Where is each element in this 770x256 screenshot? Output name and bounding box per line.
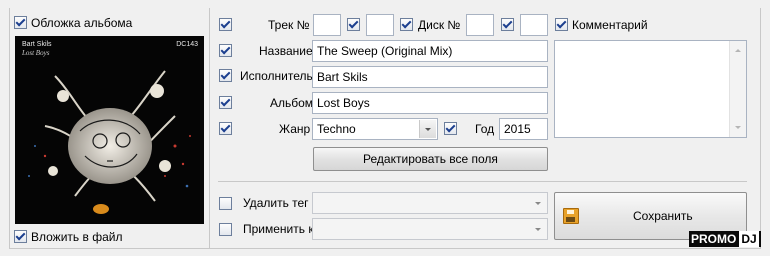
album-label: Альбом [270, 96, 314, 110]
artist-label: Исполнитель [240, 69, 313, 83]
cover-album-text: Lost Boys [22, 49, 50, 57]
genre-dropdown-button[interactable] [419, 120, 436, 138]
delete-tag-checkbox[interactable] [219, 197, 232, 210]
album-checkbox[interactable] [219, 96, 232, 109]
title-checkbox[interactable] [219, 44, 232, 57]
scroll-up-arrow-icon[interactable] [735, 49, 741, 52]
watermark-promo-text: PROMO [691, 232, 737, 246]
cover-catalog-text: DC143 [176, 41, 198, 48]
comment-scrollbar[interactable] [729, 41, 746, 137]
disc-number-input[interactable] [466, 14, 494, 36]
delete-tag-select[interactable] [312, 192, 548, 214]
disc-label: Диск № [418, 18, 461, 32]
bottom-border [9, 248, 761, 249]
title-label: Название [259, 44, 313, 58]
cover-artist-text: Bart Skils [22, 41, 52, 48]
track-label: Трек № [268, 18, 310, 32]
artist-input[interactable]: Bart Skils [312, 66, 548, 88]
apply-to-select[interactable] [312, 218, 548, 240]
delete-tag-label: Удалить тег [243, 196, 309, 210]
genre-label: Жанр [279, 122, 311, 136]
embed-in-file-checkbox[interactable] [14, 230, 27, 243]
album-input[interactable]: Lost Boys [312, 92, 548, 114]
cover-label: Обложка альбома [31, 16, 133, 30]
title-input[interactable]: The Sweep (Original Mix) [312, 40, 548, 62]
disc-checkbox[interactable] [400, 18, 413, 31]
comment-checkbox[interactable] [555, 18, 568, 31]
left-panel-border [9, 8, 10, 248]
comment-textarea[interactable] [554, 40, 747, 138]
genre-value: Techno [317, 122, 356, 136]
disc-total-input[interactable] [520, 14, 548, 36]
apply-to-checkbox[interactable] [219, 223, 232, 236]
panel-divider [209, 8, 210, 248]
promo-dj-watermark: PROMO DJ [689, 231, 761, 247]
chevron-down-icon [425, 128, 431, 131]
year-label: Год [475, 122, 495, 136]
save-button-label: Сохранить [633, 209, 693, 223]
album-art-illustration [15, 36, 204, 224]
comment-label: Комментарий [572, 18, 648, 32]
chevron-down-icon[interactable] [535, 202, 541, 205]
watermark-dj-text: DJ [739, 231, 759, 247]
track-total-checkbox[interactable] [347, 18, 360, 31]
embed-in-file-label: Вложить в файл [31, 230, 123, 244]
track-number-input[interactable] [313, 14, 341, 36]
genre-checkbox[interactable] [219, 122, 232, 135]
scroll-down-arrow-icon[interactable] [735, 126, 741, 129]
chevron-down-icon[interactable] [535, 228, 541, 231]
apply-to-label: Применить к [243, 222, 314, 236]
save-icon [563, 208, 579, 224]
track-total-input[interactable] [366, 14, 394, 36]
track-checkbox[interactable] [219, 18, 232, 31]
disc-total-checkbox[interactable] [501, 18, 514, 31]
artist-checkbox[interactable] [219, 69, 232, 82]
right-border [760, 8, 761, 249]
album-cover-image: Bart Skils Lost Boys DC143 [15, 36, 204, 224]
actions-separator [218, 181, 747, 182]
year-input[interactable]: 2015 [499, 118, 548, 140]
cover-checkbox[interactable] [14, 16, 27, 29]
year-checkbox[interactable] [444, 122, 457, 135]
edit-all-fields-button[interactable]: Редактировать все поля [313, 147, 548, 171]
genre-select[interactable]: Techno [312, 118, 438, 140]
